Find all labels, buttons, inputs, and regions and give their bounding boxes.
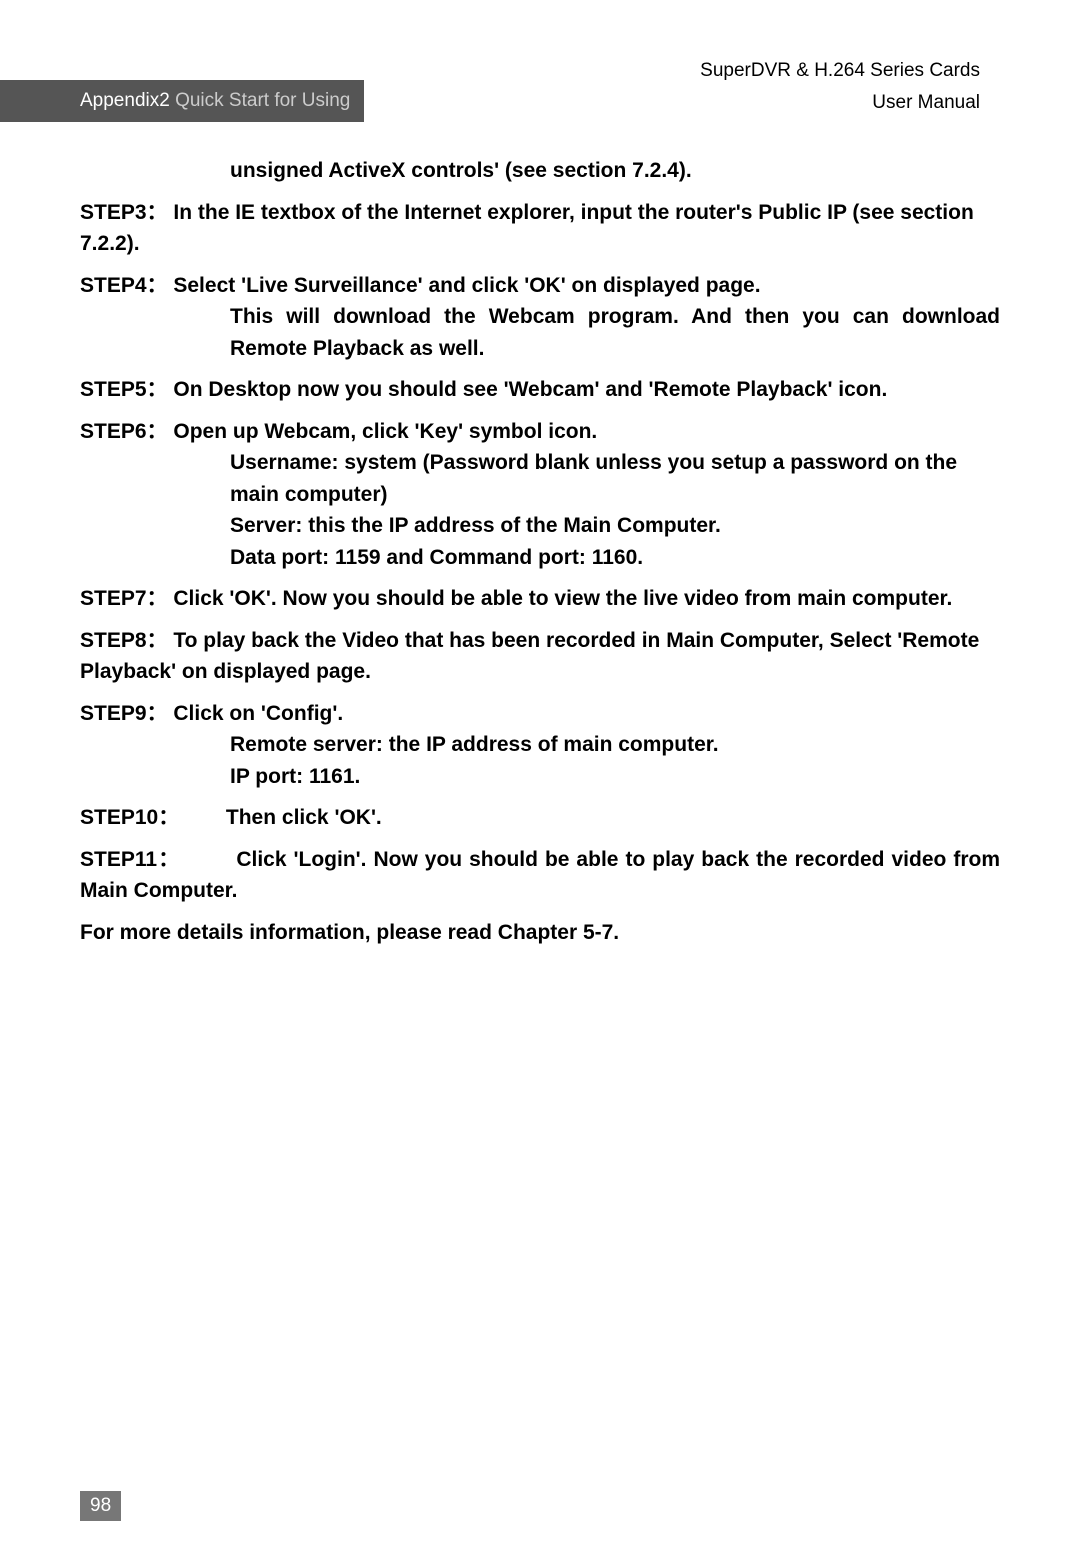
step-6: STEP6： Open up Webcam, click 'Key' symbo… — [80, 416, 1000, 574]
step-7: STEP7： Click 'OK'. Now you should be abl… — [80, 583, 1000, 615]
step-label: STEP11： — [80, 848, 180, 871]
step-9: STEP9： Click on 'Config'. Remote server:… — [80, 698, 1000, 793]
appendix-title: Quick Start for Using — [170, 90, 351, 111]
step-text: Click on 'Config'. — [173, 702, 343, 725]
step-label: STEP7： — [80, 587, 168, 610]
appendix-tab: Appendix2 Quick Start for Using — [0, 80, 364, 122]
step-label: STEP9： — [80, 702, 168, 725]
step-body: Username: system (Password blank unless … — [230, 447, 1000, 510]
step-3: STEP3： In the IE textbox of the Internet… — [80, 197, 1000, 260]
step-text: Open up Webcam, click 'Key' symbol icon. — [173, 420, 597, 443]
step-8: STEP8： To play back the Video that has b… — [80, 625, 1000, 688]
step-body: Data port: 1159 and Command port: 1160. — [230, 542, 1000, 574]
footer-note: For more details information, please rea… — [80, 917, 1000, 949]
step-5: STEP5： On Desktop now you should see 'We… — [80, 374, 1000, 406]
step-text: Click 'OK'. Now you should be able to vi… — [173, 587, 952, 610]
doc-type: User Manual — [700, 92, 980, 114]
page-number: 98 — [80, 1491, 121, 1521]
step-body: This will download the Webcam program. A… — [230, 301, 1000, 364]
step-label: STEP8： — [80, 629, 168, 652]
step-text: On Desktop now you should see 'Webcam' a… — [173, 378, 887, 401]
step-10: STEP10： Then click 'OK'. — [80, 802, 1000, 834]
header-right: SuperDVR & H.264 Series Cards User Manua… — [700, 60, 980, 114]
step-body: IP port: 1161. — [230, 761, 1000, 793]
appendix-label: Appendix2 — [80, 90, 170, 111]
continued-line: unsigned ActiveX controls' (see section … — [230, 155, 1000, 187]
step-text: Then click 'OK'. — [226, 806, 382, 829]
step-label: STEP6： — [80, 420, 168, 443]
content-body: unsigned ActiveX controls' (see section … — [80, 155, 1000, 948]
step-body: Server: this the IP address of the Main … — [230, 510, 1000, 542]
page: SuperDVR & H.264 Series Cards User Manua… — [0, 0, 1080, 1566]
step-label: STEP4： — [80, 274, 168, 297]
step-text: Click 'Login'. Now you should be able to… — [80, 848, 1000, 903]
step-4: STEP4： Select 'Live Surveillance' and cl… — [80, 270, 1000, 365]
step-body: Remote server: the IP address of main co… — [230, 729, 1000, 761]
step-text: Select 'Live Surveillance' and click 'OK… — [173, 274, 760, 297]
step-11: STEP11： Click 'Login'. Now you should be… — [80, 844, 1000, 907]
step-label: STEP3： — [80, 201, 168, 224]
step-text: In the IE textbox of the Internet explor… — [80, 201, 974, 256]
product-name: SuperDVR & H.264 Series Cards — [700, 60, 980, 82]
step-label: STEP10： — [80, 806, 179, 829]
step-text: To play back the Video that has been rec… — [80, 629, 979, 684]
step-label: STEP5： — [80, 378, 168, 401]
